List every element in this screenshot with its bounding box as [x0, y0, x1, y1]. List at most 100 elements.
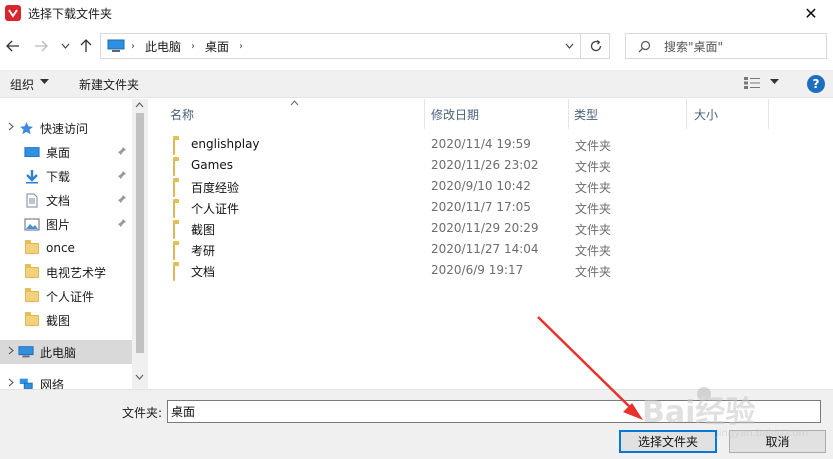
file-type: 文件夹: [575, 265, 612, 279]
file-row[interactable]: Games 2020/11/26 23:02 文件夹: [170, 155, 620, 176]
search-placeholder[interactable]: 搜索"桌面": [664, 38, 723, 55]
file-row[interactable]: englishplay 2020/11/4 19:59 文件夹: [170, 134, 620, 155]
breadcrumb: › 此电脑 › 桌面 ›: [105, 34, 249, 58]
folder-icon: [173, 181, 175, 197]
refresh-button[interactable]: [580, 34, 610, 58]
file-date: 2020/11/29 20:29: [431, 221, 539, 235]
file-row[interactable]: 截图 2020/11/29 20:29 文件夹: [170, 218, 620, 239]
file-date: 2020/6/9 19:17: [431, 263, 524, 277]
nav-item-this-pc[interactable]: 此电脑: [0, 340, 132, 364]
nav-item-downloads[interactable]: 下载: [0, 164, 132, 188]
search-icon: [638, 40, 652, 53]
column-divider[interactable]: [568, 99, 569, 129]
refresh-icon: [590, 40, 601, 52]
nav-item-label: 电视艺术学: [46, 265, 107, 280]
back-arrow-icon: [6, 40, 19, 52]
organize-dropdown-icon[interactable]: [40, 79, 49, 85]
up-arrow-icon: [80, 39, 92, 52]
breadcrumb-separator[interactable]: ›: [239, 41, 243, 52]
new-folder-button[interactable]: 新建文件夹: [79, 76, 139, 93]
baidu-watermark-logo: Bai经验 jingyan.baidu.com: [642, 387, 808, 439]
organize-button[interactable]: 组织: [10, 76, 34, 93]
folder-icon: [173, 139, 175, 155]
nav-pane-scrollbar[interactable]: [132, 99, 148, 389]
close-icon: ✕: [804, 3, 818, 23]
file-type: 文件夹: [575, 223, 612, 237]
navigation-row: › 此电脑 › 桌面 › 搜索"桌面": [0, 28, 833, 64]
scroll-down-icon[interactable]: [135, 373, 144, 383]
nav-item-quick-access[interactable]: 快速访问: [0, 116, 132, 140]
column-header-name[interactable]: 名称: [170, 99, 194, 129]
file-row[interactable]: 考研 2020/11/27 14:04 文件夹: [170, 239, 620, 260]
breadcrumb-desktop[interactable]: 桌面: [205, 38, 229, 55]
nav-item-label: 此电脑: [40, 345, 77, 360]
folder-icon: [173, 160, 175, 176]
file-type: 文件夹: [575, 181, 612, 195]
help-button[interactable]: ?: [807, 75, 825, 93]
nav-item-label: 桌面: [46, 145, 71, 160]
chevron-right-icon[interactable]: [8, 346, 18, 358]
column-header-size[interactable]: 大小: [694, 99, 718, 129]
computer-icon: [107, 39, 125, 52]
file-name: englishplay: [191, 137, 260, 151]
download-icon: [24, 169, 40, 183]
nav-item-label: 文档: [46, 193, 71, 208]
folder-icon: [24, 263, 40, 279]
column-header-date[interactable]: 修改日期: [431, 99, 479, 129]
file-name: 截图: [191, 223, 216, 237]
up-button[interactable]: [77, 36, 95, 56]
nav-item-screenshots[interactable]: 截图: [0, 308, 132, 332]
back-button[interactable]: [4, 36, 22, 56]
file-row[interactable]: 个人证件 2020/11/7 17:05 文件夹: [170, 197, 620, 218]
close-button[interactable]: ✕: [789, 0, 833, 26]
chevron-right-icon[interactable]: [8, 122, 18, 134]
scrollbar-thumb[interactable]: [136, 113, 144, 353]
nav-item-label: 网络: [40, 377, 65, 390]
file-name: 文档: [191, 265, 216, 279]
title-bar: 选择下载文件夹 ✕: [0, 0, 833, 26]
column-header-type[interactable]: 类型: [574, 99, 598, 129]
column-divider[interactable]: [686, 99, 687, 129]
nav-item-documents[interactable]: 文档: [0, 188, 132, 212]
file-type: 文件夹: [575, 139, 612, 153]
file-name: 百度经验: [191, 181, 240, 195]
file-row[interactable]: 百度经验 2020/9/10 10:42 文件夹: [170, 176, 620, 197]
nav-item-pictures[interactable]: 图片: [0, 212, 132, 236]
address-dropdown-button[interactable]: [559, 34, 579, 58]
file-date: 2020/11/27 14:04: [431, 242, 539, 256]
scroll-up-icon[interactable]: [135, 101, 144, 111]
file-type: 文件夹: [575, 244, 612, 258]
file-row[interactable]: 文档 2020/6/9 19:17 文件夹: [170, 260, 620, 281]
address-bar[interactable]: › 此电脑 › 桌面 ›: [100, 33, 610, 59]
file-name: 个人证件: [191, 202, 240, 216]
nav-item-tv-art[interactable]: 电视艺术学: [0, 260, 132, 284]
column-divider[interactable]: [424, 99, 425, 129]
pin-icon: [117, 194, 127, 207]
file-date: 2020/11/4 19:59: [431, 137, 531, 151]
nav-item-personal-docs[interactable]: 个人证件: [0, 284, 132, 308]
file-type: 文件夹: [575, 160, 612, 174]
breadcrumb-this-pc[interactable]: 此电脑: [145, 38, 181, 55]
sort-ascending-icon: [290, 99, 299, 109]
file-date: 2020/11/7 17:05: [431, 200, 531, 214]
folder-icon: [173, 244, 175, 260]
view-dropdown-icon[interactable]: [770, 79, 779, 85]
chevron-right-icon[interactable]: [8, 378, 18, 389]
view-options-icon[interactable]: [744, 77, 762, 89]
watermark-text: Bai经验: [642, 395, 755, 430]
nav-item-once[interactable]: once: [0, 236, 132, 260]
recent-locations-button[interactable]: [56, 36, 74, 56]
breadcrumb-separator[interactable]: ›: [191, 41, 195, 52]
app-icon: [5, 5, 21, 21]
column-divider[interactable]: [768, 99, 769, 129]
folder-icon: [173, 265, 175, 281]
forward-button[interactable]: [32, 36, 50, 56]
search-box[interactable]: 搜索"桌面": [625, 33, 827, 59]
navigation-pane: 快速访问 桌面 下载 文档 图片 once 电视艺术学 个人证件 截图 此电脑 …: [0, 99, 148, 389]
nav-item-network[interactable]: 网络: [0, 372, 132, 389]
nav-item-desktop[interactable]: 桌面: [0, 140, 132, 164]
forward-arrow-icon: [35, 40, 48, 52]
nav-item-label: 下载: [46, 169, 71, 184]
folder-icon: [24, 287, 40, 303]
nav-item-label: 图片: [46, 217, 71, 232]
